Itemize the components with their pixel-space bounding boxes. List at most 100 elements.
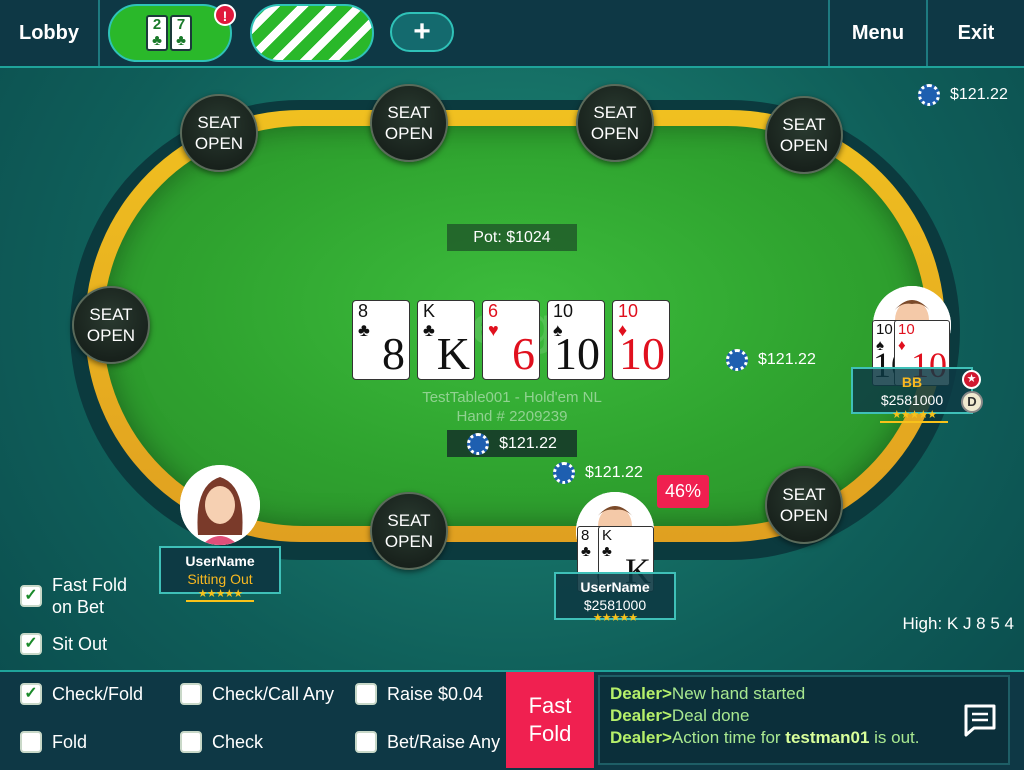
rating-stars: ★★★★★ <box>880 408 948 423</box>
chat-log: Dealer>New hand started Dealer>Deal done… <box>598 675 1010 765</box>
tab-card-1: 2 ♣ <box>146 15 168 51</box>
high-hand: High: K J 8 5 4 <box>902 614 1014 633</box>
avatar[interactable] <box>180 465 260 545</box>
divider <box>98 0 100 66</box>
seat-label: OPEN <box>384 124 434 143</box>
option-label: Fold <box>52 732 88 752</box>
seat-label: SEAT <box>387 511 431 530</box>
seat-label: SEAT <box>89 305 133 324</box>
option-label: Fast Fold on Bet <box>52 574 127 618</box>
checkbox-checked[interactable]: ✓ <box>20 585 42 607</box>
seat-open[interactable]: SEAT OPEN <box>370 492 448 570</box>
club-icon: ♣ <box>176 32 186 49</box>
card-rank: 8 <box>358 301 369 321</box>
bet-amount: $121.22 <box>585 464 643 481</box>
check-option[interactable]: Check <box>180 731 263 753</box>
fast-fold-label: Fold <box>528 721 572 746</box>
checkbox[interactable] <box>180 731 202 753</box>
seat-label: OPEN <box>86 326 136 345</box>
seat-label: SEAT <box>782 115 826 134</box>
female-avatar-icon <box>180 465 260 545</box>
club-icon: ♣ <box>358 320 370 340</box>
check-call-any-option[interactable]: Check/Call Any <box>180 683 334 705</box>
raise-option[interactable]: Raise $0.04 <box>355 683 483 705</box>
club-icon: ♣ <box>581 543 591 560</box>
seat-label: OPEN <box>590 124 640 143</box>
card-rank-large: 6 <box>512 328 535 379</box>
equity-badge: 46% <box>657 475 709 508</box>
board-card: 10 ♦ 10 <box>612 300 670 380</box>
card-rank-large: K <box>436 328 470 379</box>
heart-icon: ♥ <box>488 320 499 340</box>
add-table-button[interactable]: + <box>390 12 454 52</box>
checkbox[interactable] <box>355 683 377 705</box>
board-card: 6 ♥ 6 <box>482 300 540 380</box>
tab-card-2: 7 ♣ <box>170 15 192 51</box>
chat-sender: Dealer> <box>610 728 672 747</box>
chip-icon <box>726 349 748 371</box>
option-label: Bet/Raise Any <box>387 732 501 752</box>
pot-display: Pot: $1024 <box>447 224 577 251</box>
lobby-button[interactable]: Lobby <box>0 0 98 66</box>
tab-card-2-rank: 7 <box>176 16 186 33</box>
tab-card-1-rank: 2 <box>152 16 162 33</box>
checkbox-checked[interactable]: ✓ <box>20 633 42 655</box>
checkbox[interactable] <box>180 683 202 705</box>
option-label: Sit Out <box>52 634 108 654</box>
option-label-line: on Bet <box>52 597 105 617</box>
chat-sender: Dealer> <box>610 706 672 725</box>
table-tab-active[interactable]: 2 ♣ 7 ♣ ! <box>108 4 236 62</box>
player-tag: BB <box>901 374 923 390</box>
option-label: Check/Call Any <box>212 684 335 704</box>
sit-out-option[interactable]: ✓ Sit Out <box>20 633 107 655</box>
chat-text: Deal done <box>671 706 750 725</box>
board-card: K ♣ K <box>417 300 475 380</box>
hand-number: Hand # 2209239 <box>456 408 568 425</box>
table-tab-waiting[interactable] <box>250 4 374 62</box>
chat-text: is out. <box>869 728 920 747</box>
player-name: UserName <box>185 553 255 569</box>
seat-open[interactable]: SEAT OPEN <box>370 84 448 162</box>
seat-label: SEAT <box>593 103 637 122</box>
rating-stars: ★★★★★ <box>592 612 638 624</box>
card-rank: 10 <box>553 301 574 321</box>
exit-button[interactable]: Exit <box>928 0 1024 66</box>
card-rank: 8 <box>581 527 590 544</box>
bet-top-right: $121.22 <box>918 84 1008 106</box>
center-bet-amount: $121.22 <box>499 434 557 452</box>
fold-option[interactable]: Fold <box>20 731 87 753</box>
chat-text: New hand started <box>671 684 806 703</box>
seat-label: SEAT <box>197 113 241 132</box>
menu-button[interactable]: Menu <box>830 0 926 66</box>
seat-open[interactable]: SEAT OPEN <box>72 286 150 364</box>
seat-open[interactable]: SEAT OPEN <box>576 84 654 162</box>
check-fold-option[interactable]: ✓ Check/Fold <box>20 683 143 705</box>
chat-icon[interactable] <box>962 702 998 743</box>
seat-label: SEAT <box>782 485 826 504</box>
card-rank: 6 <box>488 301 499 321</box>
card-rank: K <box>602 527 613 544</box>
seat-open[interactable]: SEAT OPEN <box>180 94 258 172</box>
card-rank: K <box>423 301 436 321</box>
fast-fold-on-bet-option[interactable]: ✓ Fast Fold on Bet <box>20 574 127 618</box>
seat-open[interactable]: SEAT OPEN <box>765 96 843 174</box>
table-name: TestTable001 - Hold'em NL <box>422 389 602 406</box>
chat-message: Dealer>New hand started <box>610 683 1008 705</box>
bet-right-player: $121.22 <box>726 349 816 371</box>
checkbox[interactable] <box>355 731 377 753</box>
fast-fold-button[interactable]: Fast Fold <box>506 672 594 768</box>
checkbox-checked[interactable]: ✓ <box>20 683 42 705</box>
player-info-right[interactable]: BB $2581000 <box>851 367 973 414</box>
seat-label: SEAT <box>387 103 431 122</box>
checkbox[interactable] <box>20 731 42 753</box>
diamond-icon: ♦ <box>898 337 906 354</box>
board-card: 8 ♣ 8 <box>352 300 410 380</box>
option-label: Raise $0.04 <box>387 684 484 704</box>
club-icon: ♣ <box>602 543 612 560</box>
club-icon: ♣ <box>152 32 162 49</box>
board-card: 10 ♠ 10 <box>547 300 605 380</box>
seat-open[interactable]: SEAT OPEN <box>765 466 843 544</box>
bet-raise-any-option[interactable]: Bet/Raise Any <box>355 731 500 753</box>
fast-fold-label: Fast <box>528 693 572 718</box>
card-rank: 10 <box>876 321 893 338</box>
